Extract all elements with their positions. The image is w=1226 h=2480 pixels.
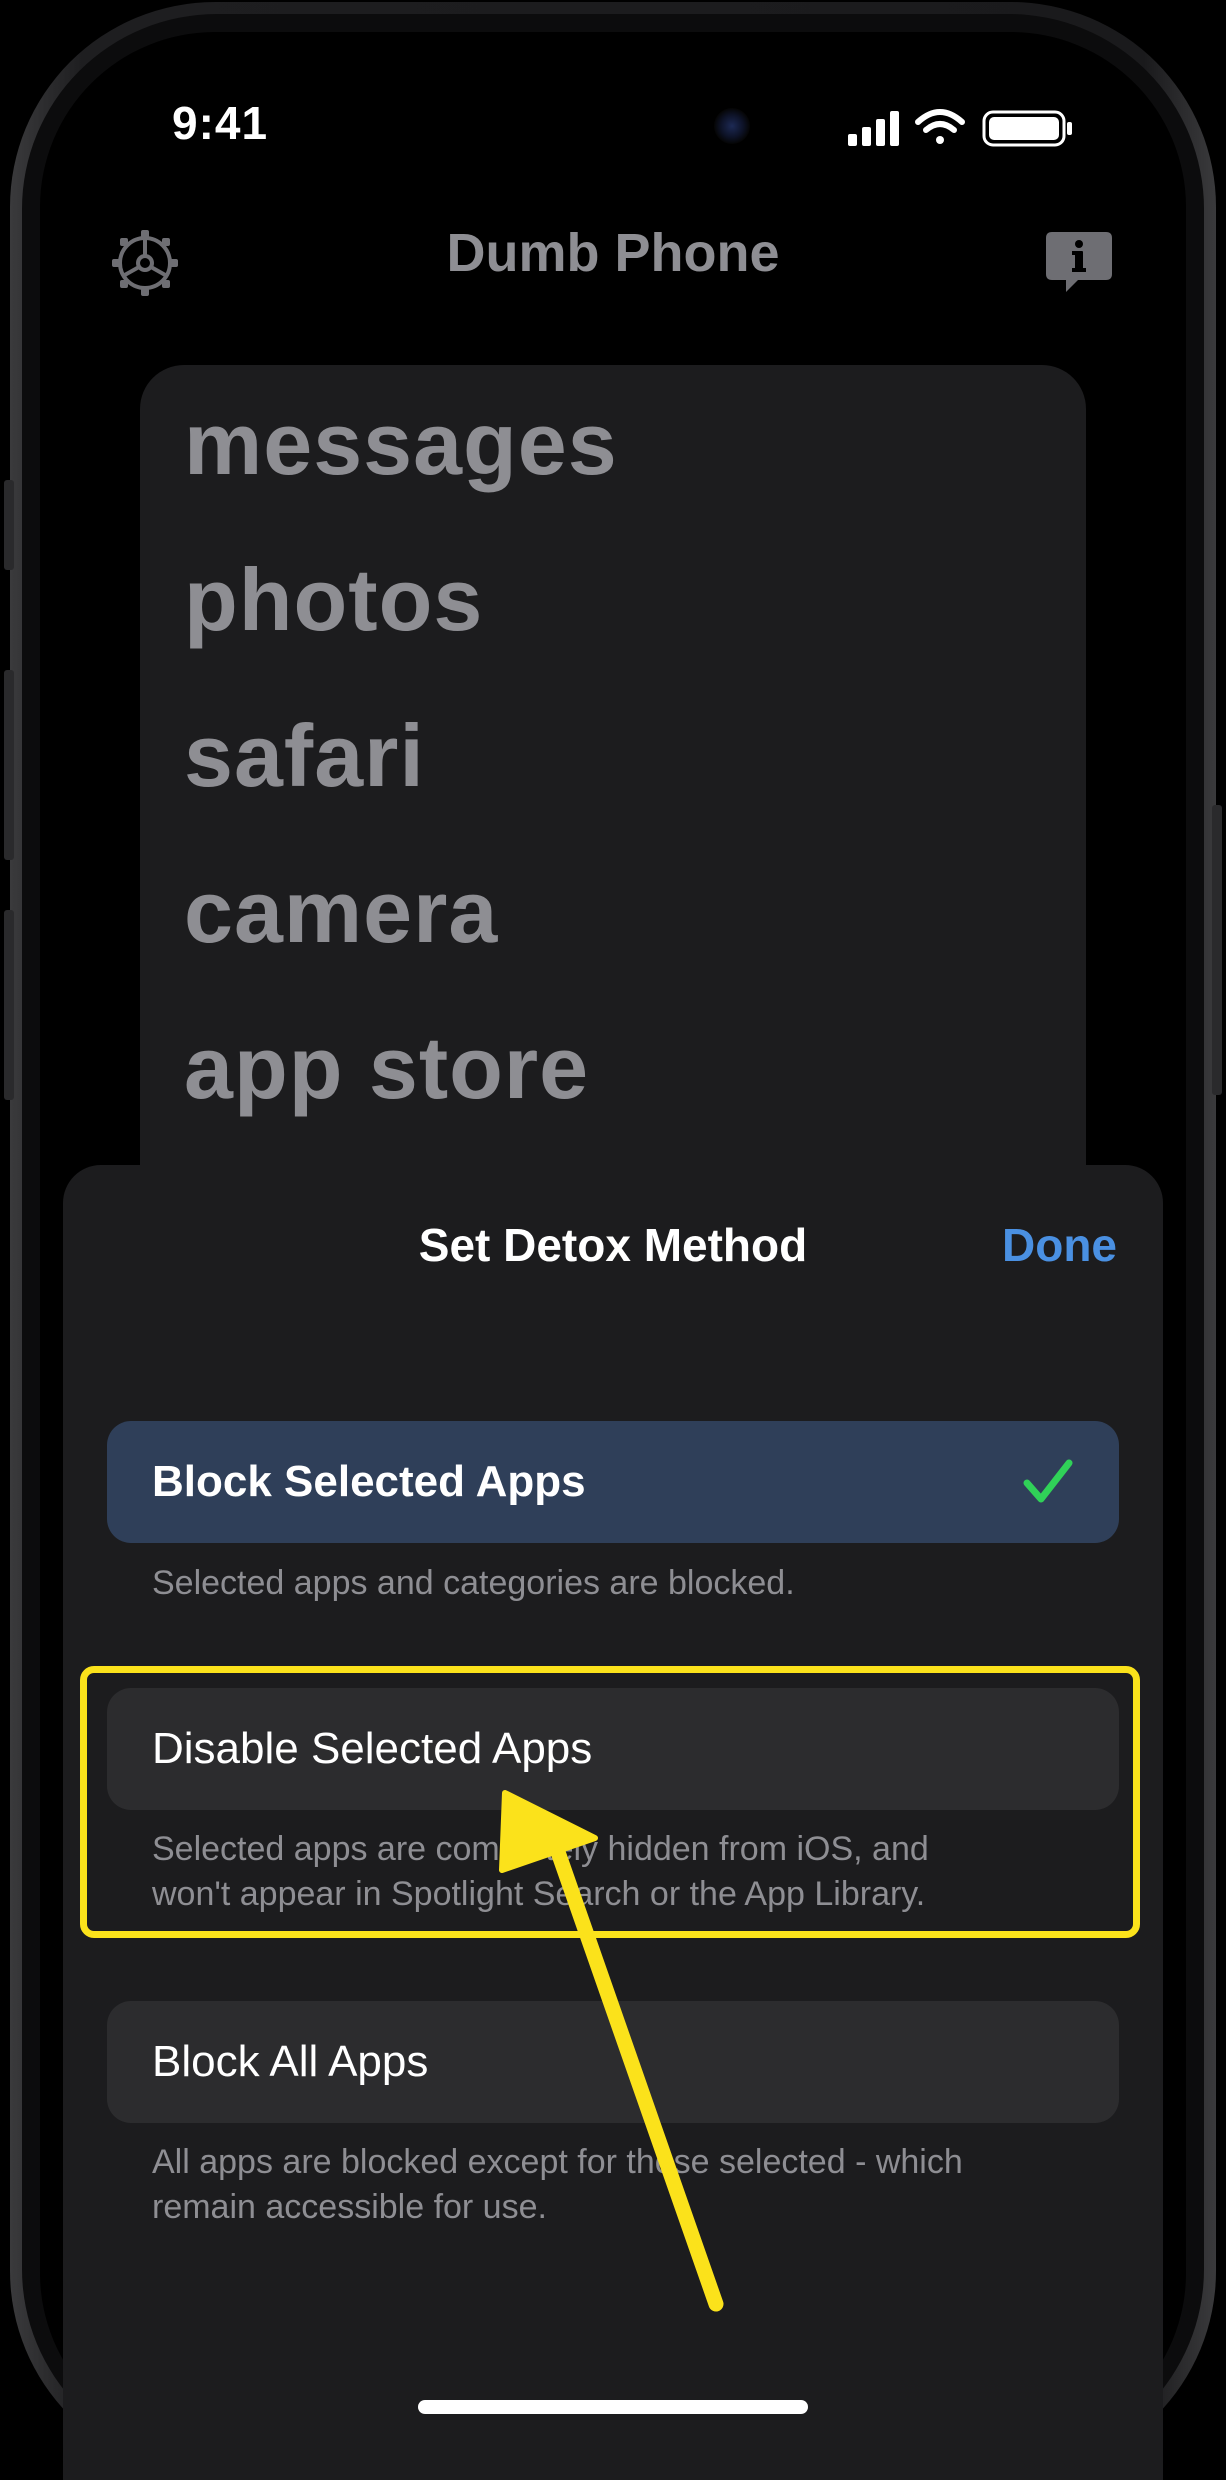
option-block-all-apps[interactable]: Block All Apps xyxy=(107,2001,1119,2123)
app-item-messages[interactable]: messages xyxy=(184,393,618,495)
option-description-line: All apps are blocked except for those se… xyxy=(152,2143,963,2181)
cellular-signal-icon xyxy=(848,111,899,146)
option-description-line: remain accessible for use. xyxy=(152,2188,547,2226)
battery-icon xyxy=(982,110,1072,147)
option-label: Block Selected Apps xyxy=(152,1457,586,1506)
power-button xyxy=(1212,805,1222,1095)
status-icons xyxy=(848,109,1072,147)
app-title: Dumb Phone xyxy=(446,223,780,283)
option-description: Selected apps and categories are blocked… xyxy=(152,1564,795,1602)
option-description: All apps are blocked except for those se… xyxy=(152,2140,1092,2230)
app-item-camera[interactable]: camera xyxy=(184,861,498,963)
silent-switch xyxy=(4,480,14,570)
app-item-photos[interactable]: photos xyxy=(184,549,483,651)
wifi-icon xyxy=(915,109,965,144)
checkmark-icon xyxy=(1023,1459,1073,1503)
app-item-app-store[interactable]: app store xyxy=(184,1017,589,1119)
volume-down-button xyxy=(4,910,14,1100)
volume-up-button xyxy=(4,670,14,860)
app-list-card xyxy=(140,365,1086,1265)
front-camera-icon xyxy=(714,108,750,144)
option-block-selected-apps[interactable]: Block Selected Apps xyxy=(107,1421,1119,1543)
highlight-box xyxy=(80,1666,1140,1938)
app-item-safari[interactable]: safari xyxy=(184,705,425,807)
done-button[interactable]: Done xyxy=(1002,1218,1117,1272)
info-bubble-icon[interactable] xyxy=(1044,230,1114,296)
home-indicator[interactable] xyxy=(418,2400,808,2414)
option-label: Block All Apps xyxy=(152,2037,429,2086)
status-time: 9:41 xyxy=(172,97,269,149)
